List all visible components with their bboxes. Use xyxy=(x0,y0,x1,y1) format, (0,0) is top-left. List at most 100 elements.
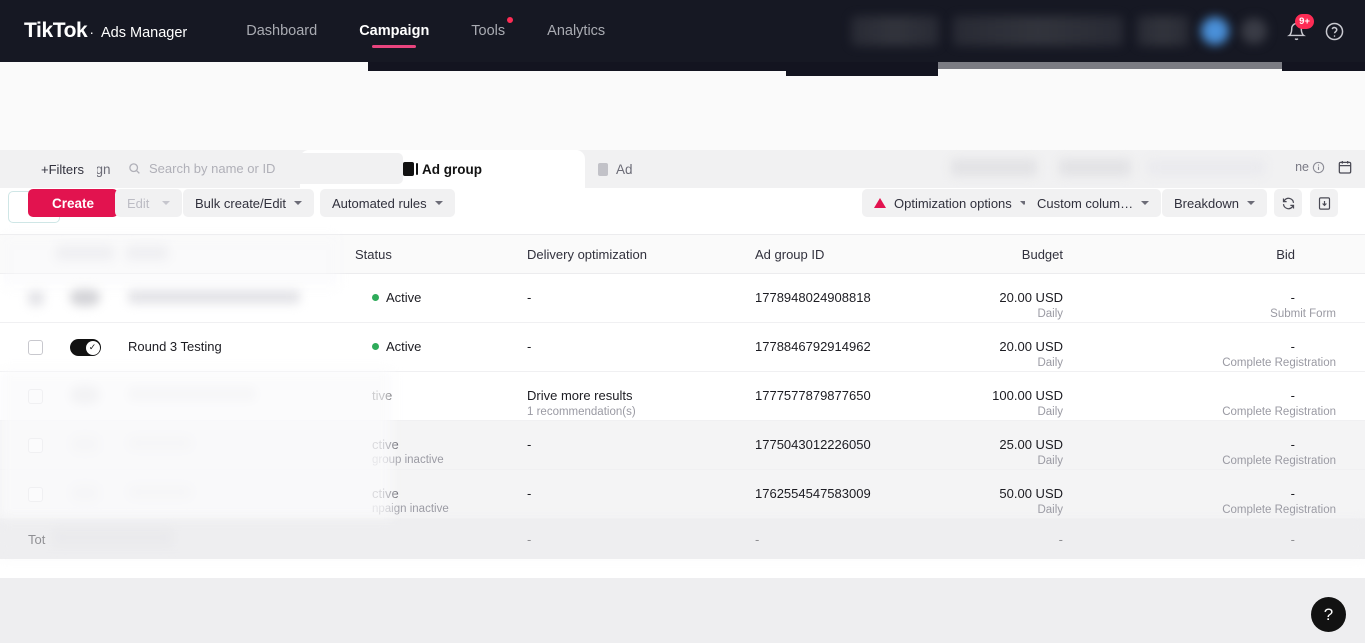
tab-ad[interactable]: Ad xyxy=(598,150,633,188)
optimization-options-button[interactable]: Optimization options xyxy=(862,189,1040,217)
row-budget[interactable]: 50.00 USD xyxy=(999,486,1063,501)
total-delivery: - xyxy=(527,532,532,547)
help-button[interactable] xyxy=(1315,12,1353,50)
row-budget-type: Daily xyxy=(1037,504,1063,516)
row-budget[interactable]: 20.00 USD xyxy=(999,339,1063,354)
row-checkbox[interactable] xyxy=(28,487,43,502)
search-input[interactable] xyxy=(149,161,389,176)
row-toggle[interactable] xyxy=(70,339,101,356)
row-name[interactable]: Round 3 Testing xyxy=(128,339,222,354)
row-status: ctive xyxy=(372,486,399,501)
column-header-ad-group-id[interactable]: Ad group ID xyxy=(755,247,824,262)
row-ad-group-id: 1775043012226050 xyxy=(755,437,871,452)
row-delivery-optimization: - xyxy=(527,486,532,501)
page-footer xyxy=(0,578,1365,643)
redacted-nav-control xyxy=(1137,16,1189,46)
table-row[interactable]: Round 3 Testing Active - 177884679291496… xyxy=(0,323,1365,372)
automated-rules-label: Automated rules xyxy=(332,195,427,211)
question-circle-icon xyxy=(1325,22,1343,40)
table-body: Active - 1778948024908818 20.00 USD Dail… xyxy=(0,274,1365,559)
export-button[interactable] xyxy=(1310,189,1338,217)
row-status: Active xyxy=(372,290,421,305)
nav-label-tools: Tools xyxy=(471,23,506,39)
main-nav-links: Dashboard Campaign Tools Analytics xyxy=(225,0,626,62)
row-status-reason: group inactive xyxy=(372,454,444,466)
redacted-row-name xyxy=(128,485,192,499)
chevron-down-icon xyxy=(162,201,170,205)
tab-label-ad-group: Ad group xyxy=(422,161,482,177)
status-dot-icon xyxy=(372,343,379,350)
chevron-down-icon xyxy=(1141,201,1150,205)
row-budget[interactable]: 100.00 USD xyxy=(992,388,1063,403)
total-bid: - xyxy=(1290,532,1295,547)
chevron-down-icon xyxy=(1247,201,1256,205)
table-row[interactable]: ctive group inactive - 1775043012226050 … xyxy=(0,421,1365,470)
total-ad-group-id: - xyxy=(755,532,760,547)
chevron-down-icon xyxy=(434,201,443,205)
row-toggle[interactable] xyxy=(70,484,100,502)
table-total-row: Tot - - - - xyxy=(0,519,1365,559)
row-delivery-optimization: Drive more results xyxy=(527,388,633,403)
row-budget[interactable]: 20.00 USD xyxy=(999,290,1063,305)
row-checkbox[interactable] xyxy=(28,389,43,404)
refresh-button[interactable] xyxy=(1274,189,1302,217)
tiktok-ads-manager-page: TikTok · Ads Manager Dashboard Campaign … xyxy=(0,0,1365,643)
nav-label-analytics: Analytics xyxy=(547,23,606,39)
nav-item-tools[interactable]: Tools xyxy=(450,0,526,62)
redacted-icon-button[interactable] xyxy=(1241,18,1267,44)
row-toggle[interactable] xyxy=(70,386,100,404)
date-range-selector[interactable] xyxy=(937,152,1337,185)
bulk-create-edit-button[interactable]: Bulk create/Edit xyxy=(183,189,315,217)
info-icon[interactable] xyxy=(1312,161,1325,174)
column-header-status[interactable]: Status xyxy=(355,247,392,262)
table-toolbar: Create Edit Bulk create/Edit Automated r… xyxy=(0,188,1365,234)
row-budget[interactable]: 25.00 USD xyxy=(999,437,1063,452)
row-checkbox[interactable] xyxy=(28,340,43,355)
row-delivery-recommendation: 1 recommendation(s) xyxy=(527,406,636,418)
row-toggle[interactable] xyxy=(70,288,100,306)
filters-button[interactable]: +Filters xyxy=(28,154,97,184)
table-row[interactable]: Active - 1778948024908818 20.00 USD Dail… xyxy=(0,274,1365,323)
row-bid-event: Complete Registration xyxy=(1222,504,1336,516)
custom-columns-button[interactable]: Custom colum… xyxy=(1025,189,1162,217)
row-status-label: ctive xyxy=(372,437,399,452)
nav-item-dashboard[interactable]: Dashboard xyxy=(225,0,338,62)
row-checkbox[interactable] xyxy=(28,438,43,453)
column-header-bid[interactable]: Bid xyxy=(1276,247,1295,262)
row-bid: - xyxy=(1290,339,1295,354)
status-dot-icon xyxy=(372,294,379,301)
total-label: Tot xyxy=(28,532,46,547)
edit-dropdown-arrow[interactable] xyxy=(150,189,182,217)
row-bid-event: Submit Form xyxy=(1270,308,1336,320)
column-header-delivery-optimization[interactable]: Delivery optimization xyxy=(527,247,647,262)
column-header-budget[interactable]: Budget xyxy=(1022,247,1063,262)
floating-help-button[interactable]: ? xyxy=(1311,597,1346,632)
create-button[interactable]: Create xyxy=(28,189,119,217)
row-bid: - xyxy=(1290,290,1295,305)
breakdown-button[interactable]: Breakdown xyxy=(1162,189,1268,217)
notifications-button[interactable]: 9+ xyxy=(1277,12,1315,50)
export-icon xyxy=(1318,196,1330,210)
header-band-artifact-1 xyxy=(368,62,786,71)
row-toggle[interactable] xyxy=(70,435,100,453)
search-container[interactable] xyxy=(117,153,403,184)
header-band-artifact-4 xyxy=(1282,62,1365,71)
calendar-icon[interactable] xyxy=(1337,159,1353,175)
nav-item-campaign[interactable]: Campaign xyxy=(338,0,450,62)
refresh-icon xyxy=(1282,197,1294,209)
row-status-label: Active xyxy=(386,339,422,354)
table-row[interactable]: ctive npaign inactive - 1762554547583009… xyxy=(0,470,1365,519)
redacted-filter-chunk-3 xyxy=(1147,160,1265,175)
ad-icon xyxy=(598,162,608,176)
row-delivery-optimization: - xyxy=(527,437,532,452)
redacted-avatar[interactable] xyxy=(1201,17,1229,45)
adgroup-icon xyxy=(403,162,418,176)
nav-item-analytics[interactable]: Analytics xyxy=(526,0,626,62)
row-checkbox[interactable] xyxy=(28,290,44,306)
nav-label-dashboard: Dashboard xyxy=(246,23,318,39)
row-bid-event: Complete Registration xyxy=(1222,357,1336,369)
automated-rules-button[interactable]: Automated rules xyxy=(320,189,455,217)
table-row[interactable]: tive Drive more results 1 recommendation… xyxy=(0,372,1365,421)
brand-logo[interactable]: TikTok · Ads Manager xyxy=(24,19,187,43)
row-budget-type: Daily xyxy=(1037,406,1063,418)
